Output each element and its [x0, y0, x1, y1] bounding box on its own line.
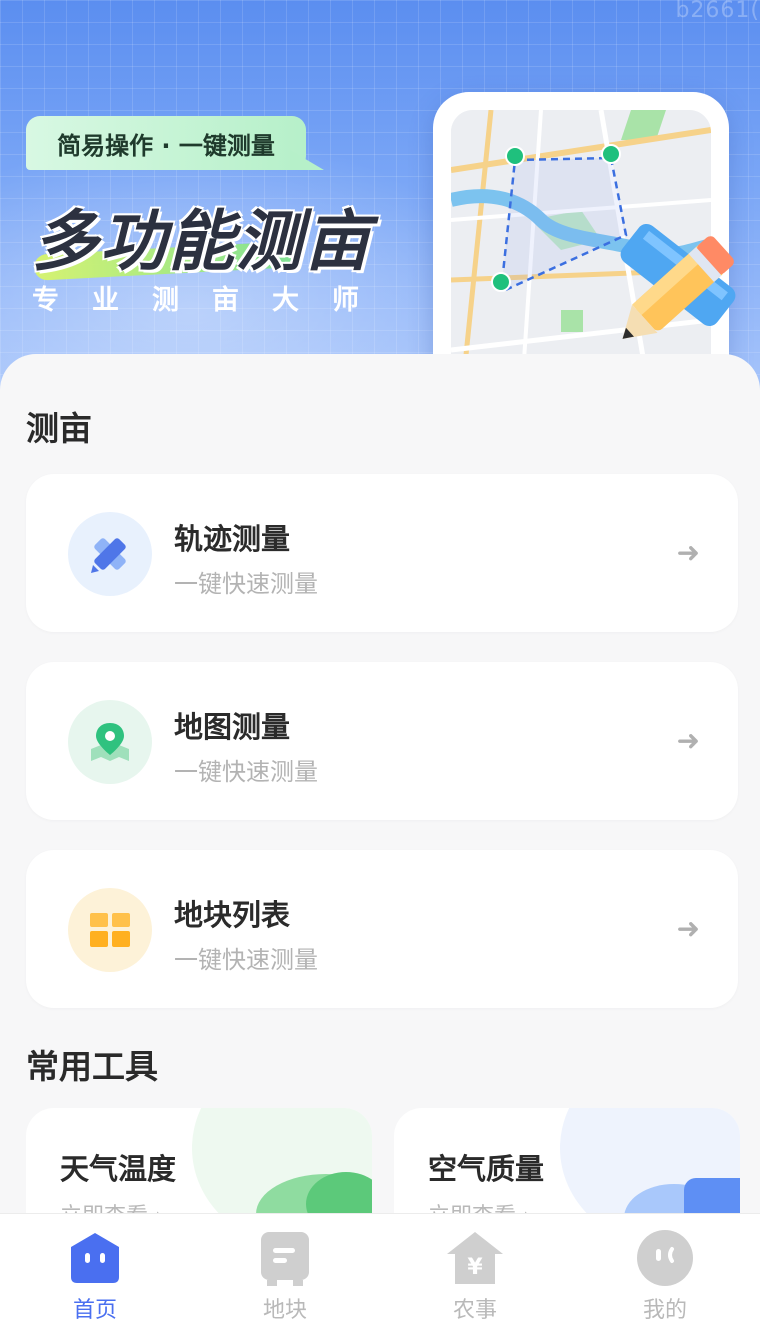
tool-title: 空气质量 [428, 1152, 545, 1186]
arrow-right-icon: ➜ [676, 536, 700, 569]
plot-icon [255, 1228, 315, 1288]
nav-item-farm[interactable]: ¥ 农事 [380, 1214, 570, 1324]
section-title-tools: 常用工具 [26, 1047, 158, 1086]
card-subtitle: 一键快速测量 [174, 570, 318, 598]
card-title: 地图测量 [174, 710, 291, 744]
card-plot-list[interactable]: 地块列表 一键快速测量 ➜ [26, 850, 738, 1008]
pencil-ruler-illustration-icon [620, 223, 736, 339]
hero-tag: 简易操作 · 一键测量 [26, 116, 306, 170]
arrow-right-icon: ➜ [676, 912, 700, 945]
section-title-measure: 测亩 [26, 409, 92, 448]
bottom-nav: 首页 地块 ¥ 农事 我的 [0, 1213, 760, 1324]
nav-item-profile[interactable]: 我的 [570, 1214, 760, 1324]
card-subtitle: 一键快速测量 [174, 758, 318, 786]
arrow-right-icon: ➜ [676, 724, 700, 757]
map-pin-icon [68, 700, 152, 784]
card-map-measure[interactable]: 地图测量 一键快速测量 ➜ [26, 662, 738, 820]
nav-item-home[interactable]: 首页 [0, 1214, 190, 1324]
watermark-text: b2661( [675, 0, 760, 23]
hero-subtitle: 专业测亩大师 [32, 285, 392, 316]
grid-blocks-icon [68, 888, 152, 972]
hero-title: 多功能测亩 [32, 203, 372, 280]
profile-face-icon [635, 1228, 695, 1288]
svg-text:¥: ¥ [467, 1255, 483, 1280]
hero-banner: b2661( 简易操作 · 一键测量 多功能测亩 专业测亩大师 [0, 0, 760, 400]
farm-house-icon: ¥ [445, 1228, 505, 1288]
nav-label: 首页 [72, 1298, 117, 1323]
nav-label: 我的 [642, 1298, 687, 1323]
card-track-measure[interactable]: 轨迹测量 一键快速测量 ➜ [26, 474, 738, 632]
pencil-ruler-icon [68, 512, 152, 596]
nav-label: 地块 [262, 1298, 307, 1323]
home-face-icon [65, 1228, 125, 1288]
card-title: 地块列表 [174, 898, 291, 932]
nav-label: 农事 [452, 1298, 497, 1323]
card-subtitle: 一键快速测量 [174, 946, 318, 974]
tool-title: 天气温度 [60, 1152, 177, 1186]
nav-item-plots[interactable]: 地块 [190, 1214, 380, 1324]
card-title: 轨迹测量 [174, 522, 291, 556]
